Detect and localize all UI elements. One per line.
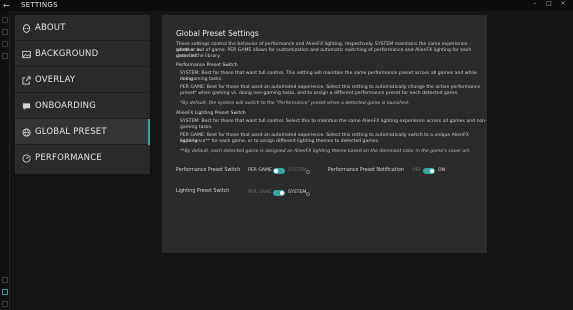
nav-item-onboarding[interactable]: ONBOARDING <box>15 93 150 119</box>
rail-help-icon[interactable] <box>2 277 8 283</box>
perf-notification-toggle[interactable] <box>423 168 435 174</box>
light-switch-label: Lighting Preset Switch <box>176 189 230 194</box>
lighting-preset-toggle[interactable] <box>273 190 285 196</box>
nav-label: ONBOARDING <box>35 101 96 111</box>
perf-notification-label: Performance Preset Notification <box>328 168 404 173</box>
rail-user-icon[interactable] <box>2 301 8 307</box>
window-title: SETTINGS <box>21 1 58 9</box>
rail-settings-icon[interactable] <box>2 289 8 295</box>
active-indicator <box>148 119 150 145</box>
chat-bubble-icon <box>22 103 31 111</box>
nav-item-global-preset[interactable]: GLOBAL PRESET <box>15 119 150 145</box>
perf-system-line-2: non-gaming tasks. <box>180 77 223 82</box>
notification-on-option[interactable]: ON <box>438 168 445 174</box>
light-note: **By default, each detected game is assi… <box>180 149 471 154</box>
perf-note: *By default, the system will switch to t… <box>180 101 410 106</box>
perf-switch-pergame-option[interactable]: PER GAME <box>248 168 272 174</box>
rail-home-icon[interactable] <box>2 17 8 23</box>
nav-item-overlay[interactable]: OVERLAY <box>15 67 150 93</box>
perf-preset-toggle[interactable] <box>273 168 285 174</box>
speedometer-icon <box>22 154 31 163</box>
image-icon <box>22 50 31 59</box>
nav-label: BACKGROUND <box>35 49 99 59</box>
left-rail <box>0 11 10 310</box>
nav-item-performance[interactable]: PERFORMANCE <box>15 145 150 171</box>
external-link-icon <box>22 76 31 85</box>
nav-label: GLOBAL PRESET <box>35 127 107 137</box>
light-pergame-line-2: experience** for each game, or to assign… <box>180 139 380 144</box>
toggle-knob <box>430 169 434 173</box>
globe-icon <box>22 128 31 137</box>
info-icon[interactable] <box>306 170 310 174</box>
minimize-button[interactable]: – <box>529 0 541 11</box>
light-system-line-2: gaming tasks. <box>180 125 213 130</box>
perf-switch-system-option[interactable]: SYSTEM <box>288 168 306 174</box>
perf-system-line-1: SYSTEM: Best for those that want full co… <box>180 71 477 82</box>
perf-heading: Performance Preset Switch <box>176 63 238 68</box>
notification-off-option[interactable]: OFF <box>412 168 421 174</box>
nav-label: ABOUT <box>35 23 66 33</box>
rail-fusion-icon[interactable] <box>2 53 8 59</box>
light-system-line-1: SYSTEM: Best for those that want full co… <box>180 119 487 124</box>
intro-line-3: game in the library. <box>176 54 221 59</box>
maximize-button[interactable]: □ <box>543 0 555 11</box>
info-icon[interactable] <box>306 192 310 196</box>
nav-item-background[interactable]: BACKGROUND <box>15 41 150 67</box>
perf-pergame-line-2: preset* when gaming vs. doing non-gaming… <box>180 91 459 96</box>
nav-label: PERFORMANCE <box>35 153 102 163</box>
global-preset-panel: Global Preset Settings These settings co… <box>162 15 487 253</box>
nav-label: OVERLAY <box>35 75 76 85</box>
close-button[interactable]: × <box>557 0 569 11</box>
light-heading: AlienFX Lighting Preset Switch <box>176 111 246 116</box>
light-switch-pergame-option[interactable]: PER GAME <box>248 190 272 196</box>
title-bar: ← SETTINGS – □ × <box>0 0 573 11</box>
intro-line-2: game or out of game. PER GAME allows for… <box>176 48 472 59</box>
rail-fx-icon[interactable] <box>2 41 8 47</box>
panel-title: Global Preset Settings <box>176 29 259 38</box>
nav-item-about[interactable]: ABOUT <box>15 15 150 41</box>
light-switch-system-option[interactable]: SYSTEM <box>288 190 306 196</box>
toggle-knob <box>274 169 278 173</box>
alien-head-icon <box>22 24 31 33</box>
perf-switch-label: Performance Preset Switch <box>176 168 241 173</box>
rail-library-icon[interactable] <box>2 29 8 35</box>
toggle-knob <box>280 191 284 195</box>
settings-nav: ABOUT BACKGROUND OVERLAY ONBOARDING GLOB… <box>15 15 150 174</box>
back-arrow-icon[interactable]: ← <box>3 1 12 10</box>
